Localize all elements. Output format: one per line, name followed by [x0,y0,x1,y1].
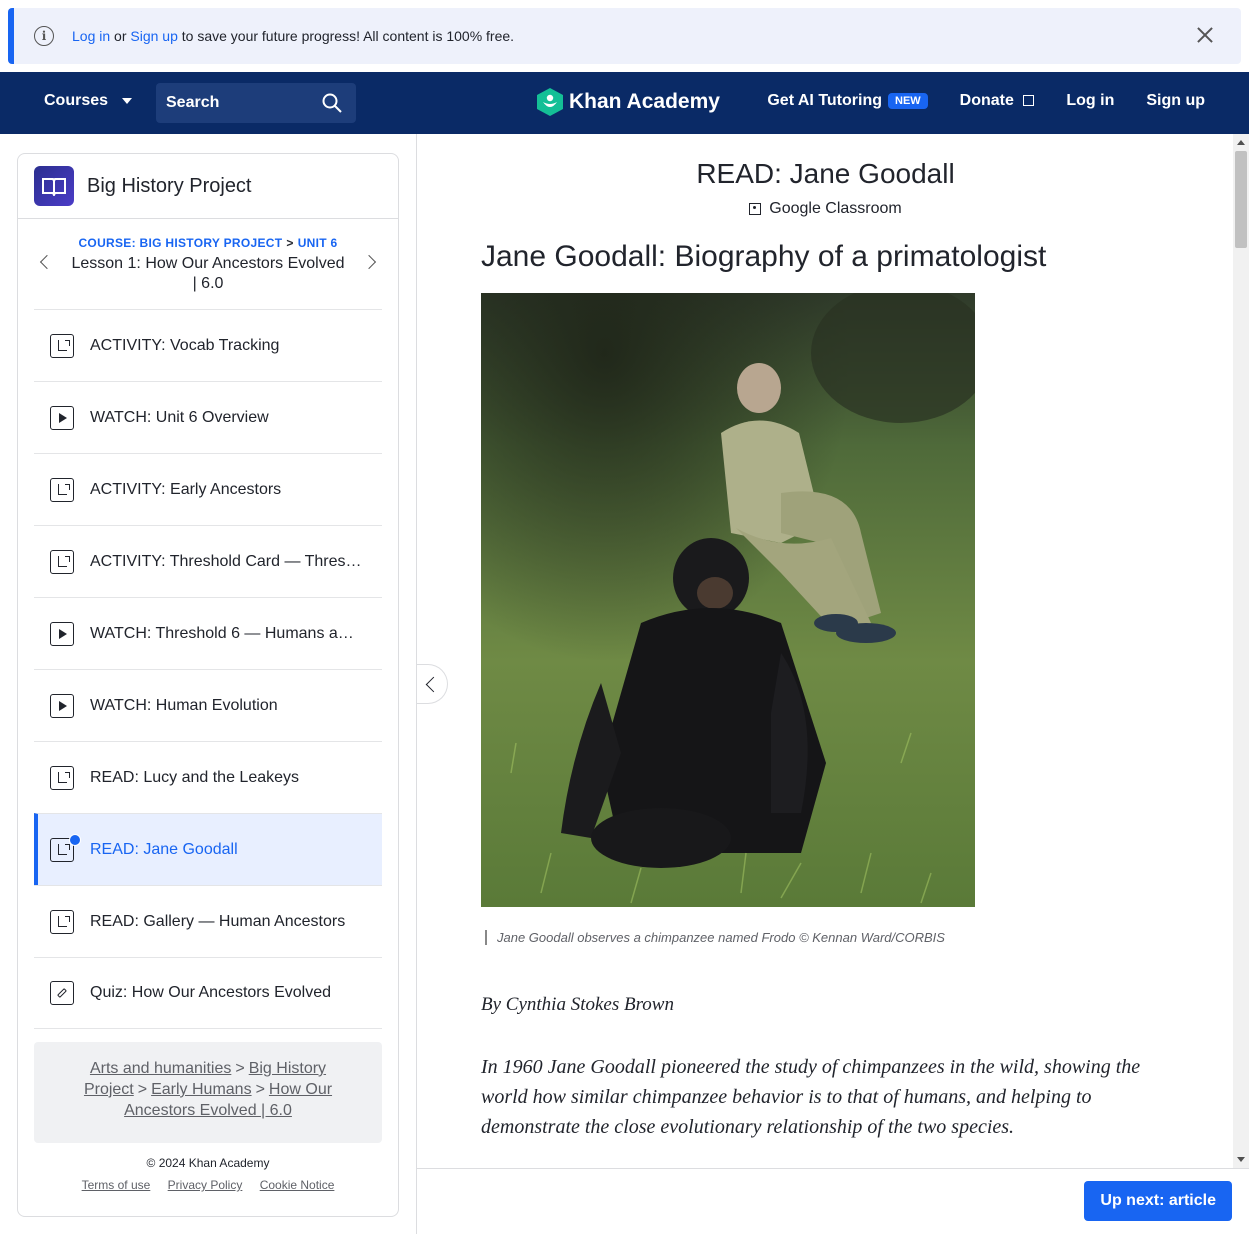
search-input[interactable]: Search [156,83,356,123]
article-heading: Jane Goodall: Biography of a primatologi… [481,240,1047,273]
ai-tutoring-link[interactable]: Get AI Tutoring NEW [767,92,928,110]
lesson-item[interactable]: READ: Gallery — Human Ancestors [34,885,382,957]
lesson-item[interactable]: ACTIVITY: Vocab Tracking [34,309,382,381]
google-classroom-icon [749,203,762,215]
banner-signup-link[interactable]: Sign up [130,28,177,44]
breadcrumb-separator: > [137,1081,148,1098]
breadcrumb: Arts and humanities > Big History Project >… [34,1042,382,1143]
new-badge: NEW [888,93,928,109]
lesson-item[interactable]: ACTIVITY: Early Ancestors [34,453,382,525]
nav-right-links: Get AI Tutoring NEW Donate Log in Sign u… [767,92,1205,110]
search-label: Search [166,94,220,111]
crumb-unit-link[interactable]: UNIT 6 [298,236,338,250]
lesson-item[interactable]: READ: Lucy and the Leakeys [34,741,382,813]
article-icon [50,909,74,934]
article-content: READ: Jane Goodall Google Classroom Jane… [416,134,1233,1168]
courses-label: Courses [44,92,109,109]
book-icon [34,166,74,206]
quiz-icon [50,981,74,1005]
article-icon [50,333,74,358]
copyright: © 2024 Khan Academy [146,1156,270,1170]
lesson-item-label: WATCH: Threshold 6 — Humans a… [90,624,354,642]
donate-link[interactable]: Donate [960,92,1035,110]
courses-menu-button[interactable]: Courses [44,92,133,110]
lesson-item-label: READ: Gallery — Human Ancestors [90,912,346,930]
close-icon[interactable] [1195,25,1215,45]
banner-message: Log in or Sign up to save your future pr… [72,28,514,44]
article-byline: By Cynthia Stokes Brown [481,994,674,1015]
scroll-down-icon[interactable] [1237,1157,1245,1162]
lesson-item[interactable]: WATCH: Unit 6 Overview [34,381,382,453]
donate-label: Donate [959,92,1014,109]
lesson-item-label: WATCH: Human Evolution [90,696,278,714]
cookie-link[interactable]: Cookie Notice [260,1178,335,1192]
article-icon [50,549,74,574]
lesson-item-label: Quiz: How Our Ancestors Evolved [90,984,331,1001]
logo-text: Khan Academy [569,90,720,113]
photo-caption: Jane Goodall observes a chimpanzee named… [485,930,945,945]
login-banner: i Log in or Sign up to save your future … [8,8,1241,64]
course-unit-breadcrumb: COURSE: BIG HISTORY PROJECT > UNIT 6 [18,236,398,250]
crumb-separator: > [286,236,294,250]
course-header[interactable]: Big History Project [18,154,398,219]
legal-links: Terms of use Privacy Policy Cookie Notic… [18,1178,398,1192]
breadcrumb-arts-link[interactable]: Arts and humanities [90,1060,231,1077]
video-icon [50,621,74,646]
up-next-button[interactable]: Up next: article [1084,1181,1232,1221]
lesson-item[interactable]: WATCH: Threshold 6 — Humans a… [34,597,382,669]
breadcrumb-separator: > [235,1060,245,1077]
info-icon: i [34,26,54,46]
breadcrumb-separator: > [255,1081,265,1098]
content-scrollbar[interactable] [1233,134,1249,1168]
lesson-item-active[interactable]: READ: Jane Goodall [34,813,382,885]
scrollbar-thumb[interactable] [1235,151,1247,248]
completed-check-icon [69,834,81,846]
banner-message-text: to save your future progress! All conten… [181,28,515,44]
article-icon [50,477,74,502]
video-icon [50,693,74,718]
lesson-navigator: COURSE: BIG HISTORY PROJECT > UNIT 6 Lesso… [18,219,398,309]
lesson-item-label: WATCH: Unit 6 Overview [90,408,269,426]
external-link-icon [1023,95,1035,106]
privacy-link[interactable]: Privacy Policy [168,1178,243,1192]
banner-or-text: or [114,28,127,44]
article-icon [50,765,74,790]
lesson-item[interactable]: ACTIVITY: Threshold Card — Thres… [34,525,382,597]
crumb-course-link[interactable]: COURSE: BIG HISTORY PROJECT [78,236,282,250]
banner-login-link[interactable]: Log in [72,28,110,44]
khan-leaf-icon [537,88,563,116]
lesson-item[interactable]: WATCH: Human Evolution [34,669,382,741]
lesson-item-label: READ: Lucy and the Leakeys [90,768,300,786]
lesson-sidebar: Big History Project COURSE: BIG HISTORY … [17,153,399,1217]
lesson-item-label: ACTIVITY: Vocab Tracking [90,336,280,354]
signup-link[interactable]: Sign up [1146,92,1205,110]
chevron-down-icon [122,98,133,104]
next-lesson-icon[interactable] [361,254,377,270]
footer-bar: Up next: article [416,1168,1249,1234]
terms-link[interactable]: Terms of use [82,1178,151,1192]
search-icon [322,93,342,113]
top-nav: Courses Search Khan Academy Get AI Tutor… [0,72,1249,134]
lesson-item[interactable]: Quiz: How Our Ancestors Evolved [34,957,382,1029]
article-intro: In 1960 Jane Goodall pioneered the study… [481,1056,1141,1138]
video-icon [50,405,74,430]
lesson-item-label: ACTIVITY: Threshold Card — Thres… [90,552,362,570]
lesson-item-list: ACTIVITY: Vocab Tracking WATCH: Unit 6 O… [34,309,382,1029]
ai-tutoring-label: Get AI Tutoring [767,92,882,109]
lesson-item-label: ACTIVITY: Early Ancestors [90,480,282,498]
google-classroom-button[interactable]: Google Classroom [417,200,1233,218]
course-title: Big History Project [87,174,252,197]
lesson-title: Lesson 1: How Our Ancestors Evolved | 6.… [71,255,345,292]
breadcrumb-early-humans-link[interactable]: Early Humans [151,1081,251,1098]
login-link[interactable]: Log in [1066,92,1114,110]
lesson-item-label: READ: Jane Goodall [90,840,238,858]
page-title: READ: Jane Goodall [696,158,955,189]
article-photo [481,293,975,907]
previous-lesson-icon[interactable] [39,254,55,270]
khan-academy-logo[interactable]: Khan Academy [537,88,720,116]
google-classroom-label: Google Classroom [769,200,902,217]
scroll-up-icon[interactable] [1237,140,1245,145]
